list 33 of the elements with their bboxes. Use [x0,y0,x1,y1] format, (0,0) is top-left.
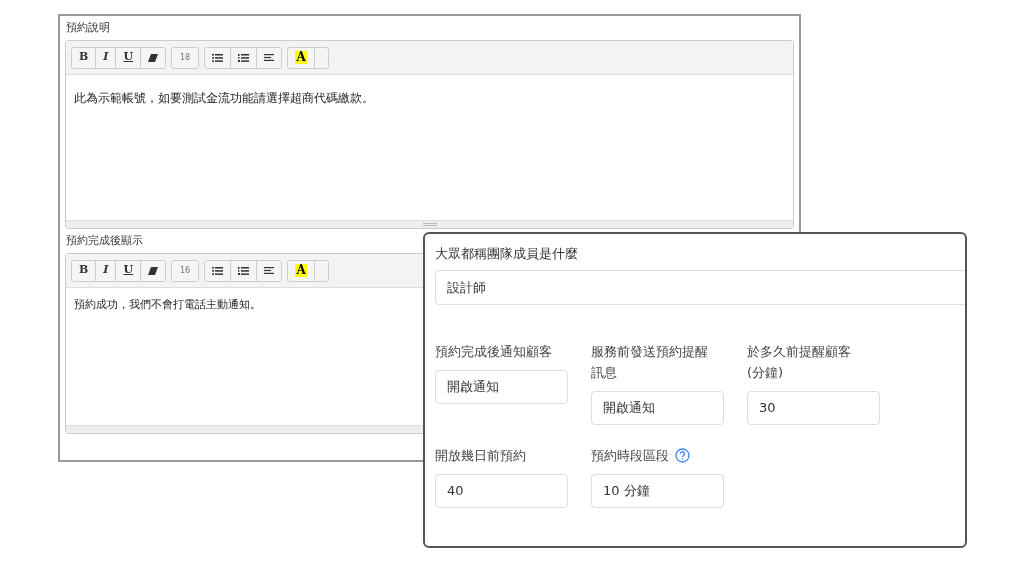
eraser-icon [148,53,159,62]
field-label: 預約完成後顯示 [65,233,144,249]
input-field[interactable]: 30 [747,391,880,425]
field-label: 大眾都稱團隊成員是什麼 [435,245,579,263]
numbered-list-icon [238,53,250,62]
align-left-icon [264,267,275,274]
clear-format-button[interactable] [140,47,166,68]
field-label: 預約完成後通知顧客 [435,343,552,361]
field-label: 服務前發送預約提醒訊息 [591,343,709,382]
input-field[interactable]: 開啟通知 [435,370,568,404]
input-field[interactable]: 40 [435,474,568,508]
field-label: 開放幾日前預約 [435,447,526,465]
align-left-icon [264,54,275,61]
field-label: 於多久前提醒顧客(分鐘) [747,343,852,382]
font-size-button[interactable]: 16 [172,260,199,281]
editor-text: 此為示範帳號，如要測試金流功能請選擇超商代碼繳款。 [74,90,375,107]
align-button[interactable] [256,47,282,68]
input-field[interactable]: 10 分鐘 [591,474,724,508]
highlight-button[interactable]: A [288,47,315,68]
highlight-button[interactable]: A [288,260,315,281]
font-size-button[interactable]: 18 [172,47,199,68]
bullet-list-icon [212,53,224,62]
field-label: 預約時段區段 [591,447,669,465]
align-button[interactable] [256,260,282,281]
eraser-icon [148,266,159,275]
input-field[interactable]: 設計師 [435,270,965,305]
help-icon[interactable] [675,448,690,463]
field-label: 預約說明 [65,20,111,36]
editor-text: 預約成功，我們不會打電話主動通知。 [74,297,262,313]
input-field[interactable]: 開啟通知 [591,391,724,425]
numbered-list-icon [238,266,250,275]
clear-format-button[interactable] [140,260,166,281]
bullet-list-icon [212,266,224,275]
